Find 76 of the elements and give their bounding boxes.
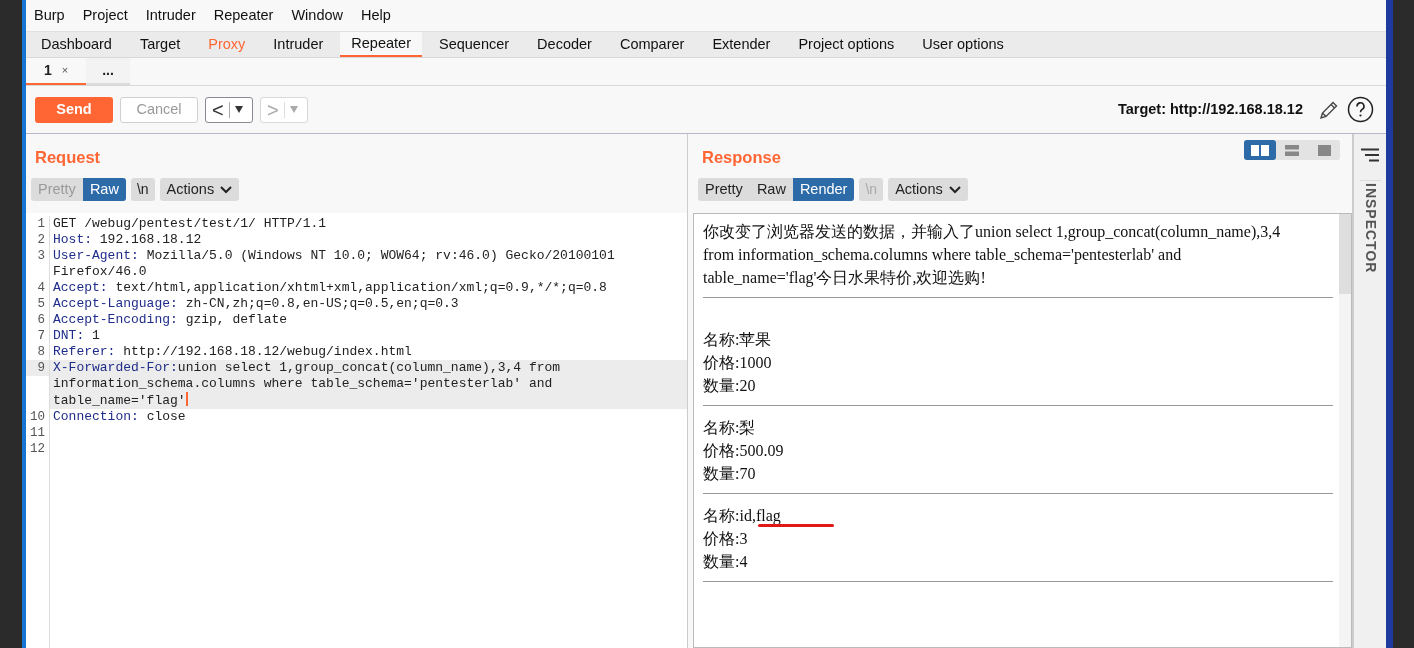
code-line: DNT: 1 bbox=[52, 328, 101, 344]
code-line: Connection: close bbox=[52, 409, 187, 425]
line-number: 4 bbox=[36, 280, 46, 296]
line-number: 6 bbox=[36, 312, 46, 328]
view-tab[interactable]: Raw bbox=[749, 178, 793, 201]
menu-item[interactable]: Window bbox=[290, 4, 344, 27]
code-line: Host: 192.168.18.12 bbox=[52, 232, 203, 248]
menu-item[interactable]: Project bbox=[81, 4, 129, 27]
pane-title: Response bbox=[702, 147, 781, 169]
pane-title: Request bbox=[35, 147, 101, 169]
menu-item[interactable]: Burp bbox=[33, 4, 66, 27]
menu-item[interactable]: Intruder bbox=[144, 4, 197, 27]
newline-button[interactable]: \n bbox=[130, 178, 155, 201]
code-line: Referer: http://192.168.18.12/webug/index.html bbox=[52, 344, 413, 360]
line-number: 2 bbox=[36, 232, 46, 248]
scrollbar-thumb[interactable] bbox=[1339, 214, 1351, 294]
target-label: Target: http://192.168.18.12 bbox=[1117, 99, 1303, 119]
product-field: 名称:梨 bbox=[703, 416, 1333, 439]
response-message: 你改变了浏览器发送的数据，并输入了union select 1,group_concat(column_name),3,4 from information_schema.columns where table_schema='pentesterlab' and table_name='flag'今日水果特价,欢迎选购! bbox=[703, 222, 1282, 289]
caret-icon bbox=[234, 106, 243, 113]
product-field: 数量:70 bbox=[703, 462, 1333, 485]
line-number: 12 bbox=[29, 441, 46, 457]
subtab[interactable]: ... bbox=[86, 58, 130, 85]
line-number: 8 bbox=[36, 344, 46, 360]
arrow-glyph: > bbox=[267, 99, 279, 120]
line-number: 10 bbox=[29, 409, 46, 425]
menu-icon bbox=[1360, 148, 1380, 162]
tab[interactable]: Target bbox=[128, 32, 192, 57]
view-tab[interactable]: Render bbox=[792, 178, 855, 201]
caret-icon bbox=[289, 106, 298, 113]
menu-item[interactable]: Help bbox=[360, 4, 392, 27]
tab[interactable]: Intruder bbox=[262, 32, 335, 57]
chevron-down-icon bbox=[948, 185, 961, 194]
layout-icon bbox=[1285, 144, 1299, 156]
chevron-down-icon bbox=[220, 185, 233, 194]
actions-button[interactable]: Actions bbox=[888, 178, 968, 201]
line-number: 11 bbox=[29, 425, 46, 441]
tab[interactable]: Project options bbox=[787, 32, 906, 57]
help-icon bbox=[1347, 96, 1374, 123]
code-line: Accept-Language: zh-CN,zh;q=0.8,en-US;q=0.5,en;q=0.3 bbox=[52, 296, 460, 312]
product-field: 价格:500.09 bbox=[703, 439, 1333, 462]
line-number: 5 bbox=[36, 296, 46, 312]
product-field: 名称:id,flag bbox=[703, 504, 1333, 527]
actions-button[interactable]: Actions bbox=[159, 178, 240, 201]
line-number: 9 bbox=[26, 360, 49, 376]
tab[interactable]: Dashboard bbox=[30, 32, 123, 57]
line-number: 3 bbox=[36, 248, 46, 264]
layout-icon bbox=[1317, 144, 1331, 156]
line-number: 1 bbox=[36, 216, 46, 232]
text-cursor bbox=[185, 392, 188, 406]
layout-icon bbox=[1251, 144, 1269, 156]
tab[interactable]: Repeater bbox=[340, 32, 422, 57]
arrow-glyph: < bbox=[212, 99, 224, 120]
tab[interactable]: Comparer bbox=[608, 32, 696, 57]
product-field: 名称:苹果 bbox=[703, 328, 1333, 351]
view-tab[interactable]: Pretty bbox=[698, 178, 750, 201]
line-number: 7 bbox=[36, 328, 46, 344]
subtab-label: 1 bbox=[43, 61, 52, 80]
code-line: GET /webug/pentest/test/1/ HTTP/1.1 bbox=[52, 216, 328, 232]
product-field: 价格:1000 bbox=[703, 351, 1333, 374]
tab[interactable]: Decoder bbox=[526, 32, 603, 57]
product-field: 数量:4 bbox=[703, 550, 1333, 573]
tab[interactable]: Extender bbox=[701, 32, 782, 57]
code-line: Accept-Encoding: gzip, deflate bbox=[52, 312, 289, 328]
close-icon[interactable]: × bbox=[61, 62, 69, 79]
subtab-label: ... bbox=[102, 61, 114, 80]
product-field: 数量:20 bbox=[703, 374, 1333, 397]
view-tab[interactable]: Raw bbox=[82, 178, 126, 201]
product-field: 价格:3 bbox=[703, 527, 1333, 550]
code-line: Accept: text/html,application/xhtml+xml,application/xml;q=0.9,*/*;q=0.8 bbox=[52, 280, 608, 296]
tab[interactable]: User options bbox=[911, 32, 1015, 57]
back-button[interactable]: < bbox=[205, 96, 253, 123]
tab[interactable]: Sequencer bbox=[427, 32, 521, 57]
menu-item[interactable]: Repeater bbox=[212, 4, 275, 27]
inspector-tab[interactable]: INSPECTOR bbox=[1359, 180, 1381, 274]
layout-toggle-button[interactable] bbox=[1244, 140, 1276, 160]
